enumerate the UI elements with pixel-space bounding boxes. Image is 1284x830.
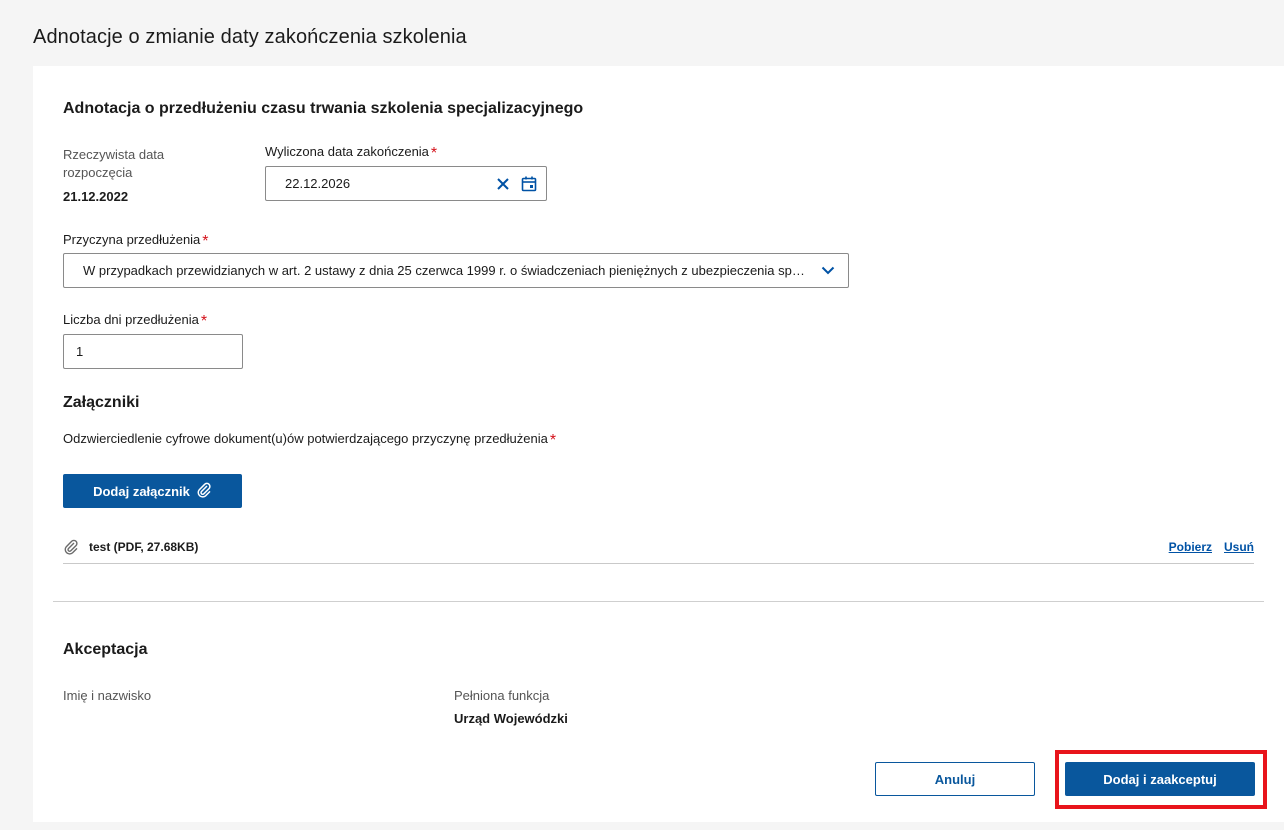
function-value: Urząd Wojewódzki	[454, 711, 568, 726]
name-label: Imię i nazwisko	[63, 688, 152, 703]
page-title: Adnotacje o zmianie daty zakończenia szk…	[33, 26, 467, 48]
chevron-down-icon[interactable]	[808, 266, 848, 275]
cancel-button[interactable]: Anuluj	[875, 762, 1035, 796]
attachment-name: test (PDF, 27.68KB)	[89, 539, 199, 554]
add-attachment-button[interactable]: Dodaj załącznik	[63, 474, 242, 508]
add-attachment-label: Dodaj załącznik	[93, 483, 190, 499]
calc-end-date-input[interactable]: 22.12.2026	[265, 166, 547, 201]
attachments-description-text: Odzwierciedlenie cyfrowe dokument(u)ów p…	[63, 431, 548, 446]
paperclip-icon	[196, 482, 212, 501]
days-input[interactable]: 1	[63, 334, 243, 369]
days-label: Liczba dni przedłużenia *	[63, 311, 208, 330]
download-link[interactable]: Pobierz	[1169, 540, 1212, 554]
start-date-value: 21.12.2022	[63, 189, 129, 204]
attachments-description: Odzwierciedlenie cyfrowe dokument(u)ów p…	[63, 430, 557, 449]
calendar-icon[interactable]	[518, 173, 540, 195]
highlight-box	[1055, 750, 1267, 809]
remove-link[interactable]: Usuń	[1224, 540, 1254, 554]
attachment-row: test (PDF, 27.68KB) Pobierz Usuń	[63, 530, 1254, 564]
section-divider	[53, 601, 1264, 602]
required-mark: *	[202, 233, 209, 250]
acceptance-title: Akceptacja	[63, 641, 148, 658]
reason-label-text: Przyczyna przedłużenia	[63, 232, 201, 247]
paperclip-icon	[63, 539, 89, 555]
annotation-card: Adnotacja o przedłużeniu czasu trwania s…	[33, 66, 1284, 822]
reason-label: Przyczyna przedłużenia *	[63, 231, 209, 250]
start-date-label: Rzeczywista data rozpoczęcia	[63, 147, 165, 180]
required-mark: *	[430, 145, 438, 162]
name-value	[63, 711, 183, 725]
attachments-title: Załączniki	[63, 394, 140, 411]
required-mark: *	[200, 313, 208, 330]
calc-end-date-label: Wyliczona data zakończenia *	[265, 143, 438, 162]
function-label: Pełniona funkcja	[454, 688, 550, 703]
days-label-text: Liczba dni przedłużenia	[63, 312, 199, 327]
reason-select[interactable]: W przypadkach przewidzianych w art. 2 us…	[63, 253, 849, 288]
close-icon[interactable]	[492, 173, 514, 195]
reason-select-value: W przypadkach przewidzianych w art. 2 us…	[83, 263, 808, 278]
calc-end-date-label-text: Wyliczona data zakończenia	[265, 144, 429, 159]
days-input-value: 1	[76, 344, 84, 359]
required-mark: *	[549, 432, 557, 449]
calc-end-date-value: 22.12.2026	[285, 176, 351, 191]
section-title: Adnotacja o przedłużeniu czasu trwania s…	[63, 100, 584, 117]
